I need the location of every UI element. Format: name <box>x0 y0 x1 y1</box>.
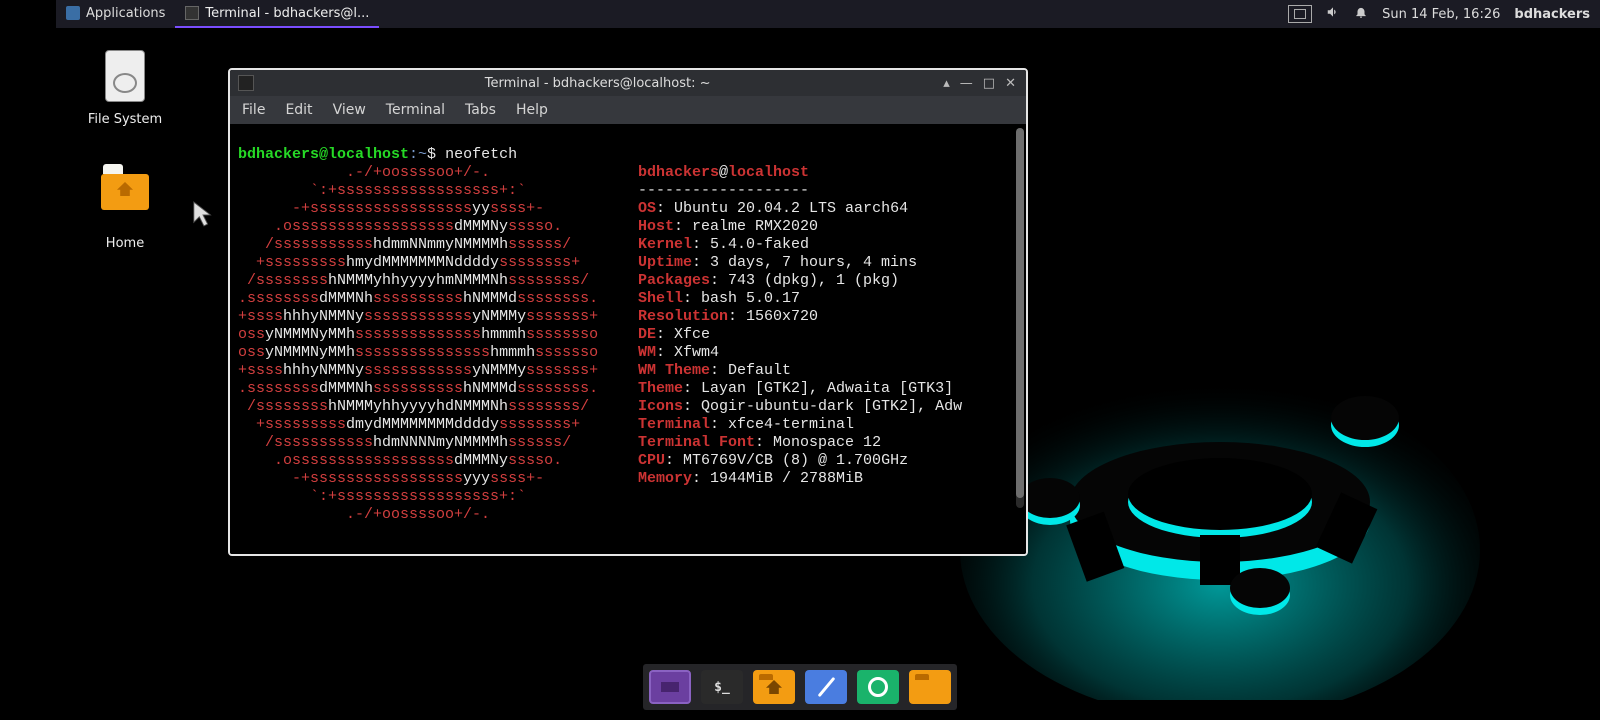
applications-label: Applications <box>86 6 165 21</box>
window-titlebar[interactable]: Terminal - bdhackers@localhost: ~ ▴ — □ … <box>230 70 1026 96</box>
menu-edit[interactable]: Edit <box>285 102 312 118</box>
prompt-sigil: $ <box>427 146 436 163</box>
window-app-icon <box>238 75 254 91</box>
dock-item-desktop[interactable] <box>649 670 691 704</box>
close-button[interactable]: ✕ <box>1005 76 1016 91</box>
desktop-icon-filesystem[interactable]: File System <box>70 50 180 127</box>
menu-view[interactable]: View <box>333 102 366 118</box>
desktop-icon-label: File System <box>70 112 180 127</box>
neofetch-info: bdhackers@localhost ------------------- … <box>638 164 1018 524</box>
rollup-button[interactable]: ▴ <box>943 76 950 91</box>
menu-tabs[interactable]: Tabs <box>465 102 496 118</box>
terminal-window: Terminal - bdhackers@localhost: ~ ▴ — □ … <box>228 68 1028 556</box>
dock-item-files-home[interactable] <box>753 670 795 704</box>
desktop-icon-label: Home <box>70 236 180 251</box>
wallpaper-logo <box>960 280 1480 700</box>
menu-file[interactable]: File <box>242 102 265 118</box>
menu-terminal[interactable]: Terminal <box>386 102 445 118</box>
minimize-button[interactable]: — <box>960 76 973 91</box>
terminal-icon <box>185 6 199 20</box>
system-tray: Sun 14 Feb, 16:26 bdhackers <box>1288 0 1600 28</box>
menu-bar: File Edit View Terminal Tabs Help <box>230 96 1026 124</box>
user-label[interactable]: bdhackers <box>1514 7 1590 22</box>
dock-item-browser[interactable] <box>805 670 847 704</box>
dock-item-search[interactable] <box>857 670 899 704</box>
maximize-button[interactable]: □ <box>983 76 995 91</box>
prompt-user-host: bdhackers@localhost <box>238 146 409 163</box>
menu-help[interactable]: Help <box>516 102 548 118</box>
home-folder-icon <box>101 174 149 210</box>
drive-icon <box>105 50 145 102</box>
top-panel: Applications Terminal - bdhackers@l... S… <box>56 0 1600 28</box>
prompt-cwd: :~ <box>409 146 427 163</box>
taskbar-item-terminal[interactable]: Terminal - bdhackers@l... <box>175 0 379 28</box>
dock-item-terminal[interactable]: $_ <box>701 670 743 704</box>
terminal-body[interactable]: bdhackers@localhost:~$ neofetch .-/+ooss… <box>230 124 1026 554</box>
command-text: neofetch <box>445 146 517 163</box>
window-title: Terminal - bdhackers@localhost: ~ <box>262 76 933 91</box>
volume-icon[interactable] <box>1326 5 1340 23</box>
notification-icon[interactable] <box>1354 5 1368 23</box>
desktop-icon-home[interactable]: Home <box>70 160 180 251</box>
dock: $_ <box>643 664 957 710</box>
neofetch-ascii: .-/+oossssoo+/-. `:+ssssssssssssssssss+:… <box>238 164 638 524</box>
clock[interactable]: Sun 14 Feb, 16:26 <box>1382 7 1500 22</box>
screenshot-tray-icon[interactable] <box>1288 5 1312 23</box>
dock-item-files[interactable] <box>909 670 951 704</box>
applications-icon <box>66 6 80 20</box>
applications-menu[interactable]: Applications <box>56 0 175 28</box>
scrollbar[interactable] <box>1016 128 1024 508</box>
taskbar-item-label: Terminal - bdhackers@l... <box>205 6 369 21</box>
cursor-icon <box>192 200 214 228</box>
